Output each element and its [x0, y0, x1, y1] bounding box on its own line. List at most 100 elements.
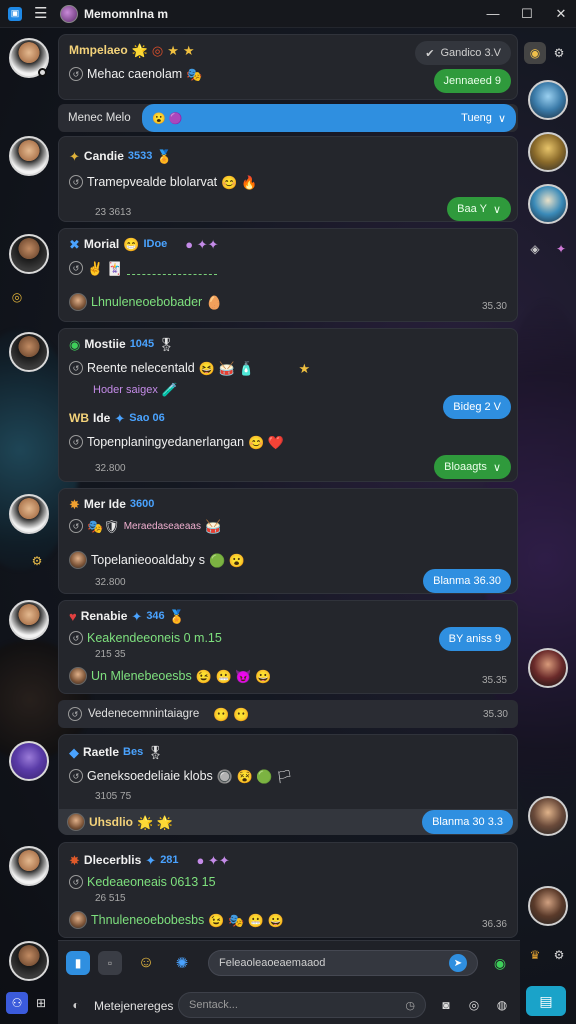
reply-icon[interactable]: ↺ [69, 631, 83, 645]
reply-icon[interactable]: ↺ [69, 67, 83, 81]
emoji-icon: 😆 🥁 🧴 [198, 360, 255, 376]
people-icon[interactable]: ⚇ [6, 992, 28, 1014]
bell-icon[interactable]: ◉ [524, 42, 546, 64]
level-badge: 3600 [129, 498, 155, 510]
message-card[interactable]: ✸ Mer Ide 3600 ↺ 🎭🛡 Meraedaseaeaas 🥁 Top… [58, 488, 518, 594]
avatar[interactable] [9, 234, 49, 274]
message-card[interactable]: ◆ Raetle Bes 🎖 ↺ Geneksoedeliaie klobs 🔘… [58, 734, 518, 835]
avatar[interactable] [9, 600, 49, 640]
camera-icon[interactable]: ◙ [434, 993, 458, 1017]
reply-icon: ↺ [68, 707, 82, 721]
reaction-pill[interactable]: BY aniss 9 [438, 627, 511, 651]
chevron-down-icon: ∨ [492, 461, 501, 474]
crest-icon: ◆ [69, 744, 79, 760]
contacts-rail-left: ◎ ⚙ ⚇ ⊞ [0, 28, 58, 1024]
reply-icon[interactable]: ↺ [69, 361, 83, 375]
globe-icon[interactable]: ✺ [170, 951, 194, 975]
voice-icon[interactable]: ◍ [490, 993, 514, 1017]
reply-icon[interactable]: ↺ [69, 175, 83, 189]
reaction-pill[interactable]: Jennaeed 9 [433, 69, 511, 93]
message-card[interactable]: ✸ Dlecerblis ✦ 281 ● ✦✦ ↺ Kedeaeoneais 0… [58, 842, 518, 938]
mic-icon[interactable]: ◉ [488, 951, 512, 975]
thread-pill[interactable]: 😮 🟣 Tueng ∨ [142, 104, 516, 132]
message-text: Topenplaningyedanerlangan [87, 435, 245, 449]
menu-icon[interactable]: ☰ [34, 6, 50, 21]
minimize-icon[interactable]: — [486, 6, 500, 22]
potion-icon: 🧪 [161, 382, 179, 397]
send-icon[interactable]: ➤ [449, 954, 467, 972]
message-card[interactable]: ✖ Morial 😁 IDoe ● ✦✦ ↺ ✌ 🃏 Lhnuleneoebob… [58, 228, 518, 322]
reply-icon[interactable]: ↺ [69, 875, 83, 889]
gear-icon[interactable]: ⚙ [548, 944, 570, 966]
reply-icon[interactable]: ↺ [69, 769, 83, 783]
settings-icon[interactable]: ⚙ [548, 42, 570, 64]
timestamp: 32.800 [95, 577, 126, 588]
avatar[interactable] [9, 846, 49, 886]
message-card[interactable]: ◉ Mostiie 1045 🎖 ↺ Reente nelecentald 😆 … [58, 328, 518, 482]
thread-footer[interactable]: Uhsdlio 🌟 🌟 Blanma 30 3.3 [59, 809, 517, 835]
crest-icon: ✦ [145, 852, 157, 868]
crest-icon: ✖ [69, 236, 80, 252]
grid-icon[interactable]: ⊞ [30, 992, 52, 1014]
close-icon[interactable]: ✕ [554, 6, 568, 22]
message-input[interactable]: Feleaoleaoeaemaaod ➤ [208, 950, 478, 976]
gamepad-icon[interactable]: ◈ [524, 238, 546, 260]
check-icon: ✔ [425, 47, 435, 60]
crest-icon: ✦ [131, 608, 143, 624]
compass-icon[interactable]: ◐ [64, 993, 88, 1017]
avatar[interactable] [9, 741, 49, 781]
avatar [67, 813, 85, 831]
attach-icon[interactable]: ▫ [98, 951, 122, 975]
sender-name: WB [69, 411, 89, 425]
trophy-icon[interactable]: ♛ [524, 944, 546, 966]
avatar[interactable] [9, 494, 49, 534]
reply-icon[interactable]: ↺ [69, 261, 83, 275]
clock-icon: ◷ [405, 999, 415, 1012]
profile-avatar[interactable] [60, 4, 78, 23]
thread-strip[interactable]: Menec Melo 😮 🟣 Tueng ∨ [58, 104, 518, 132]
mask-icon: 🎭 [186, 66, 203, 82]
reaction-pill[interactable]: Bloaagts ∨ [434, 455, 511, 479]
sender-name: Renabie [80, 609, 128, 623]
avatar[interactable] [528, 184, 568, 224]
at-icon[interactable]: ◎ [462, 993, 486, 1017]
emoji-icon: 😊 ❤️ [248, 434, 285, 450]
keyboard-button[interactable]: ▤ [526, 986, 566, 1016]
thread-strip[interactable]: ↺ Vedenecemnintaiagre 😶 😶 35.30 [58, 700, 518, 728]
reaction-pill[interactable]: Blanma 30 3.3 [422, 810, 513, 834]
star-icon[interactable]: ✦ [550, 238, 572, 260]
emoji-icon[interactable]: ☺ [134, 951, 158, 975]
reply-icon[interactable]: ↺ [69, 519, 83, 533]
reaction-pill[interactable]: ✔ Gandico 3.V [415, 41, 511, 65]
reaction-pill[interactable]: Blanma 36.30 [423, 569, 511, 593]
avatar[interactable] [528, 886, 568, 926]
reaction-pill[interactable]: Baa Y ∨ [447, 197, 511, 221]
sticker-icon: ✌ 🃏 [87, 260, 123, 276]
message-icon[interactable]: ▮ [66, 951, 90, 975]
timestamp: 3105 75 [95, 791, 132, 802]
heart-icon: ♥ [69, 608, 77, 624]
search-input[interactable]: Sentack... ◷ [178, 992, 426, 1018]
status-dot [38, 68, 47, 77]
avatar[interactable] [9, 136, 49, 176]
avatar[interactable] [528, 132, 568, 172]
maximize-icon[interactable]: ☐ [520, 6, 534, 22]
message-text: Keakendeeoneis 0 m.15 [87, 631, 222, 645]
message-card[interactable]: ♥ Renabie ✦ 346 🏅 ↺ Keakendeeoneis 0 m.1… [58, 600, 518, 694]
avatar[interactable] [528, 80, 568, 120]
attachment-preview[interactable] [127, 261, 217, 275]
avatar[interactable] [528, 796, 568, 836]
avatar[interactable] [9, 332, 49, 372]
sender-name: Candie [83, 149, 124, 163]
chevron-down-icon: ∨ [492, 203, 501, 216]
emoji-icon: 😮 🟣 [152, 112, 183, 125]
message-card[interactable]: Mmpelaeo 🌟 ◎ ★ ★ ↺ Mehac caenolam 🎭 ✔ Gan… [58, 34, 518, 100]
reply-icon[interactable]: ↺ [69, 435, 83, 449]
avatar[interactable] [528, 648, 568, 688]
avatar[interactable] [9, 941, 49, 981]
message-card[interactable]: ✦ Candie 3533 🏅 ↺ Tramepvealde blolarvat… [58, 136, 518, 222]
sender-name: Uhsdlio [89, 815, 133, 829]
reaction-pill[interactable]: Bideg 2 V [443, 395, 511, 419]
sender-name: Mer Ide [83, 497, 126, 511]
target-icon: ◎ [151, 42, 164, 58]
